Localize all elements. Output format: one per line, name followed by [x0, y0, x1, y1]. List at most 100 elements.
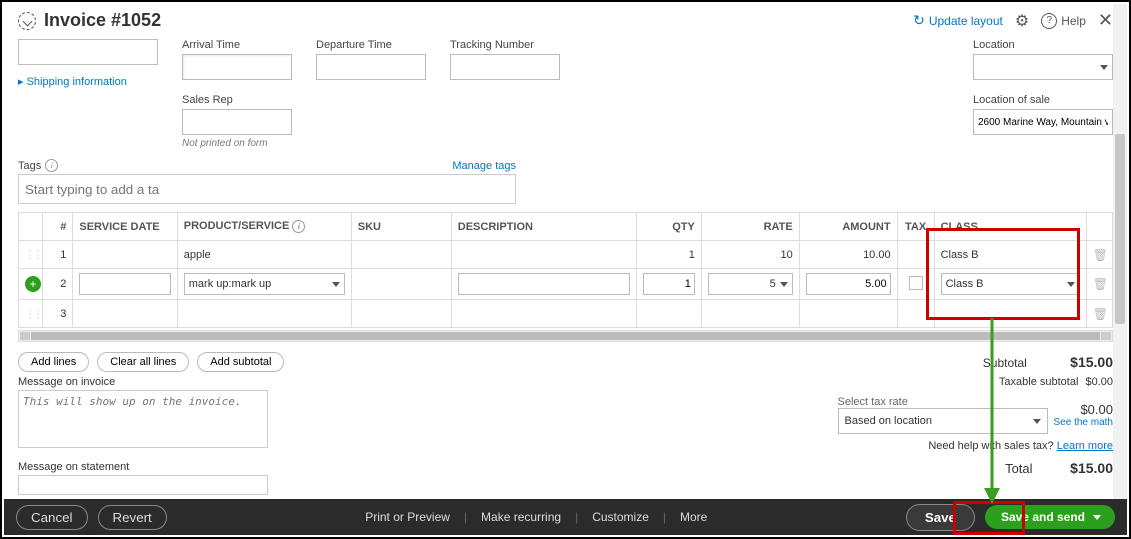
location-select[interactable]: [973, 54, 1113, 80]
chevron-down-icon: [780, 278, 788, 290]
total-amount: $15.00: [1070, 460, 1113, 476]
row-qty[interactable]: 1: [636, 241, 701, 269]
info-icon[interactable]: [45, 159, 58, 172]
more-link[interactable]: More: [674, 510, 713, 524]
sales-rep-input[interactable]: [182, 109, 292, 135]
tracking-number-label: Tracking Number: [450, 39, 560, 51]
sales-rep-note: Not printed on form: [182, 138, 292, 149]
save-send-label: Save and send: [1001, 510, 1085, 524]
qty-input[interactable]: [643, 273, 695, 295]
row-amount[interactable]: 10.00: [799, 241, 897, 269]
see-math-link[interactable]: See the math: [1054, 417, 1113, 428]
col-sku: SKU: [351, 213, 451, 241]
col-qty: QTY: [636, 213, 701, 241]
col-rate: RATE: [701, 213, 799, 241]
tax-rate-select[interactable]: Based on location: [838, 408, 1048, 434]
help-link[interactable]: Help: [1041, 12, 1086, 29]
save-button[interactable]: Save: [906, 504, 975, 531]
close-icon[interactable]: [1098, 10, 1113, 31]
tracking-number-input[interactable]: [450, 54, 560, 80]
location-label: Location: [973, 39, 1113, 51]
vertical-scrollbar[interactable]: [1113, 4, 1127, 499]
add-row-icon[interactable]: +: [25, 276, 41, 292]
horizontal-scrollbar[interactable]: [18, 330, 1113, 342]
class-select[interactable]: Class B: [941, 273, 1080, 295]
trash-icon[interactable]: [1093, 279, 1108, 291]
subtotal-label: Subtotal: [983, 356, 1027, 370]
amount-input[interactable]: [806, 273, 891, 295]
sales-rep-label: Sales Rep: [182, 94, 292, 106]
add-subtotal-button[interactable]: Add subtotal: [197, 352, 284, 372]
shipping-info-link[interactable]: ▸ Shipping information: [18, 75, 158, 88]
drag-handle-icon[interactable]: [25, 308, 41, 320]
row-num: 2: [42, 269, 72, 300]
msg-invoice-label: Message on invoice: [18, 376, 268, 388]
gear-icon[interactable]: [1015, 11, 1029, 31]
customize-link[interactable]: Customize: [586, 510, 655, 524]
table-row[interactable]: 3: [19, 300, 1113, 328]
tax-rate-value: Based on location: [845, 415, 932, 427]
row-rate[interactable]: 10: [701, 241, 799, 269]
msg-statement-input[interactable]: [18, 475, 268, 495]
trash-icon[interactable]: [1093, 309, 1108, 321]
tax-help-text: Need help with sales tax?: [928, 440, 1056, 452]
trash-icon[interactable]: [1093, 250, 1108, 262]
arrival-time-label: Arrival Time: [182, 39, 292, 51]
page-title: Invoice #1052: [44, 10, 161, 31]
rate-value: 5: [713, 278, 780, 290]
description-input[interactable]: [458, 273, 630, 295]
product-value: mark up:mark up: [189, 278, 272, 290]
tax-checkbox[interactable]: [909, 276, 923, 290]
location-sale-input[interactable]: [973, 109, 1113, 135]
row-class[interactable]: Class B: [934, 241, 1086, 269]
departure-time-input[interactable]: [316, 54, 426, 80]
manage-tags-link[interactable]: Manage tags: [452, 160, 516, 172]
msg-invoice-input[interactable]: [18, 390, 268, 448]
product-select[interactable]: mark up:mark up: [184, 273, 345, 295]
taxable-amount: $0.00: [1085, 376, 1113, 388]
update-layout-link[interactable]: Update layout: [913, 12, 1003, 29]
msg-statement-label: Message on statement: [18, 461, 268, 473]
table-row[interactable]: + 2 mark up:mark up 5: [19, 269, 1113, 300]
refresh-icon: [913, 12, 925, 29]
col-num: #: [42, 213, 72, 241]
chevron-down-icon: [1033, 415, 1041, 427]
chevron-down-icon: [332, 278, 340, 290]
help-label: Help: [1061, 14, 1086, 28]
tags-input[interactable]: [18, 174, 516, 204]
info-icon[interactable]: [292, 220, 305, 232]
table-row[interactable]: 1 apple 1 10 10.00 Class B: [19, 241, 1113, 269]
class-value: Class B: [946, 278, 984, 290]
arrival-time-input[interactable]: [182, 54, 292, 80]
tags-label: Tags: [18, 160, 41, 172]
print-preview-link[interactable]: Print or Preview: [359, 510, 456, 524]
subtotal-amount: $15.00: [1070, 354, 1113, 370]
revert-button[interactable]: Revert: [98, 505, 167, 530]
clear-lines-button[interactable]: Clear all lines: [97, 352, 189, 372]
chevron-down-icon: [1093, 515, 1101, 520]
rate-select[interactable]: 5: [708, 273, 793, 295]
cancel-button[interactable]: Cancel: [16, 505, 88, 530]
tax-amount: $0.00: [1064, 402, 1113, 417]
unnamed-top-input[interactable]: [18, 39, 158, 65]
save-and-send-button[interactable]: Save and send: [985, 505, 1115, 529]
row-product[interactable]: apple: [177, 241, 351, 269]
history-icon[interactable]: [18, 12, 36, 30]
chevron-down-icon: [1067, 278, 1075, 290]
service-date-input[interactable]: [79, 273, 170, 295]
add-lines-button[interactable]: Add lines: [18, 352, 89, 372]
make-recurring-link[interactable]: Make recurring: [475, 510, 567, 524]
tax-select-label: Select tax rate: [838, 396, 1048, 408]
chevron-down-icon: [1100, 61, 1108, 73]
drag-handle-icon[interactable]: [25, 249, 41, 261]
line-items-table: # SERVICE DATE PRODUCT/SERVICE SKU DESCR…: [18, 212, 1113, 328]
col-product: PRODUCT/SERVICE: [177, 213, 351, 241]
col-tax: TAX: [897, 213, 934, 241]
taxable-label: Taxable subtotal: [999, 376, 1079, 388]
total-label: Total: [1005, 461, 1032, 476]
learn-more-link[interactable]: Learn more: [1057, 440, 1113, 452]
col-description: DESCRIPTION: [451, 213, 636, 241]
row-num: 3: [42, 300, 72, 328]
row-num: 1: [42, 241, 72, 269]
location-sale-label: Location of sale: [973, 94, 1113, 106]
